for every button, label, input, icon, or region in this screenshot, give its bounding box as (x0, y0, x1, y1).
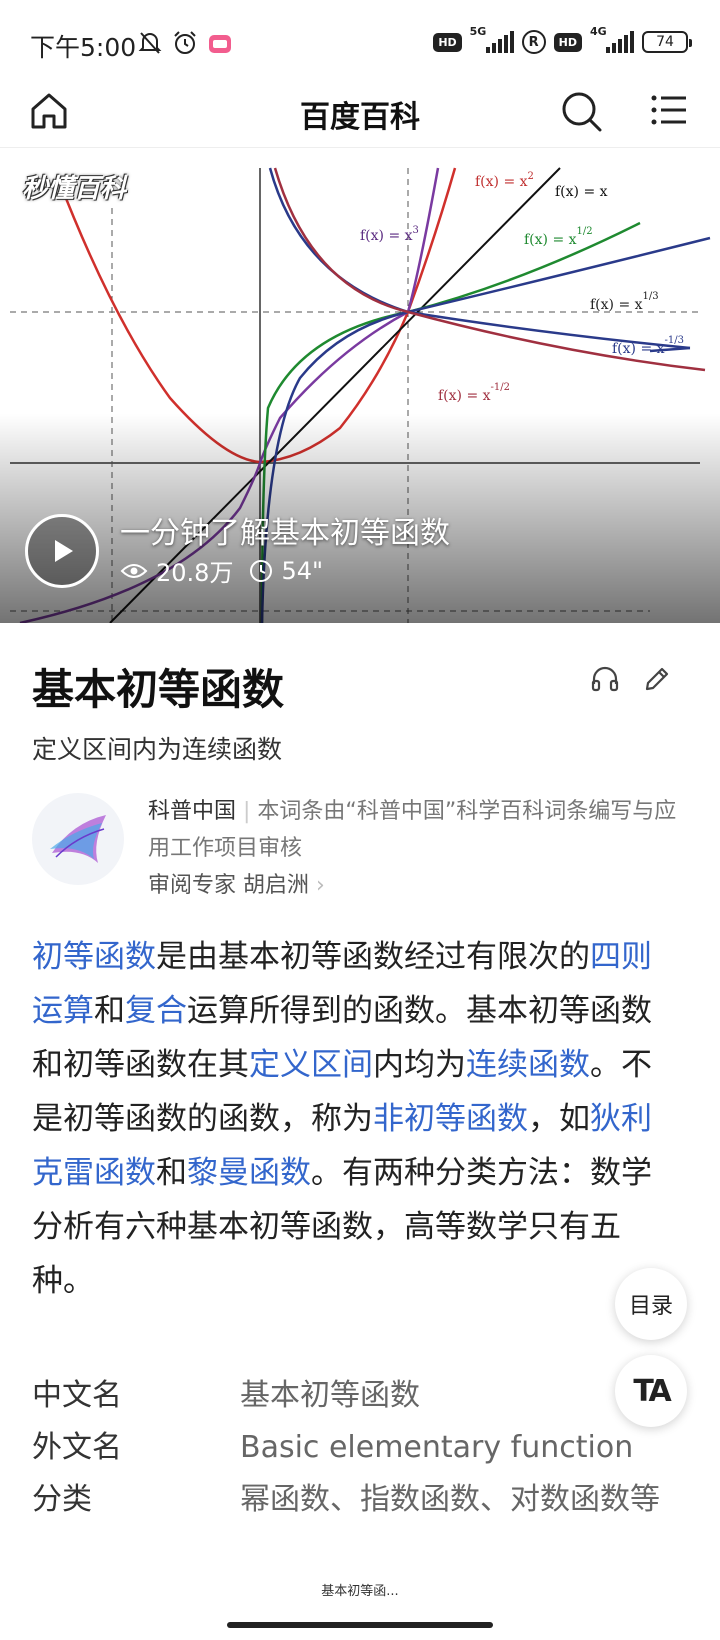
video-meta: 20.8万 54" (120, 553, 323, 588)
app-header: 百度百科 (0, 78, 720, 148)
kepu-logo (32, 793, 124, 885)
info-value: 幂函数、指数函数、对数函数等 (240, 1482, 660, 1517)
roaming-icon: R (521, 30, 546, 54)
status-notification-icons (138, 30, 232, 56)
article-text: 和 (94, 993, 125, 1029)
hd-icon-2: HD (553, 32, 582, 52)
video-logo: 秒懂百科 (22, 174, 127, 204)
font-size-button[interactable]: TA (615, 1355, 687, 1427)
info-box: 中文名 基本初等函数外文名 Basic elementary function 分类 幂… (32, 1370, 672, 1526)
info-row: 外文名 Basic elementary function (32, 1422, 672, 1474)
alarm-icon (174, 31, 196, 54)
status-time: 下午5:00 (30, 33, 137, 62)
video-player[interactable]: f(x) = x2 f(x) = x f(x) = x3 f(x) = x1/2… (0, 148, 720, 623)
menu-icon[interactable] (650, 90, 690, 134)
info-row: 分类 幂函数、指数函数、对数函数等 (32, 1474, 672, 1526)
article-subtitle: 定义区间内为连续函数 (32, 735, 283, 764)
battery-icon: 74 (642, 31, 692, 53)
source-org[interactable]: 科普中国 (148, 799, 236, 824)
eye-icon (120, 563, 148, 578)
bottom-page-label: 基本初等函... (321, 1584, 399, 1599)
signal-4g-icon: 4G (590, 25, 634, 53)
play-icon (55, 540, 73, 562)
video-title: 一分钟了解基本初等函数 (120, 516, 450, 551)
signal-5g-icon: 5G (470, 25, 514, 53)
article-link[interactable]: 连续函数 (466, 1047, 590, 1083)
info-row: 中文名 基本初等函数 (32, 1370, 672, 1422)
clock-icon (250, 559, 273, 582)
reviewer-label: 审阅专家 (148, 873, 237, 898)
play-button[interactable] (25, 514, 99, 588)
article-link[interactable]: 黎曼函数 (187, 1155, 311, 1191)
article-link[interactable]: 非初等函数 (373, 1101, 528, 1137)
page-title: 百度百科 (300, 100, 420, 135)
status-bar: 下午5:00 HD 5G R HD 4G 74 (0, 0, 720, 88)
chevron-right-icon: › (316, 873, 325, 898)
source-text: 科普中国 | 本词条由“科普中国”科学百科词条编写与应用工作项目审核 审阅专家 … (148, 799, 677, 898)
article-link[interactable]: 初等函数 (32, 939, 156, 975)
video-views: 20.8万 (156, 559, 234, 587)
label-x2: f(x) = x2 (475, 171, 534, 190)
article-text: 是由基本初等函数经过有限次的 (156, 939, 590, 975)
info-value: Basic elementary function (240, 1430, 634, 1465)
search-icon[interactable] (560, 90, 604, 138)
article-title: 基本初等函数 (32, 665, 285, 714)
article-actions (590, 664, 672, 698)
edit-icon[interactable] (642, 664, 672, 698)
info-value: 基本初等函数 (240, 1378, 420, 1413)
article-text: 内均为 (373, 1047, 466, 1083)
toc-button[interactable]: 目录 (615, 1268, 687, 1340)
hd-icon: HD (433, 32, 462, 52)
video-duration: 54" (281, 556, 324, 585)
article-link[interactable]: 复合 (125, 993, 187, 1029)
label-x1: f(x) = x (555, 184, 608, 200)
headphones-icon[interactable] (590, 664, 620, 698)
bilibili-icon (209, 35, 231, 53)
reviewer-name[interactable]: 胡启洲 (243, 873, 309, 898)
article-text: ，如 (528, 1101, 590, 1137)
info-key: 分类 (32, 1482, 92, 1517)
article-text: 和 (156, 1155, 187, 1191)
label-x3: f(x) = x3 (360, 225, 419, 244)
article-summary: 初等函数是由基本初等函数经过有限次的四则运算和复合运算所得到的函数。基本初等函数… (32, 930, 672, 1308)
article-link[interactable]: 定义区间 (249, 1047, 373, 1083)
mute-bell-icon (138, 32, 162, 54)
info-key: 中文名 (32, 1378, 122, 1413)
info-key: 外文名 (32, 1430, 122, 1465)
status-system-icons: HD 5G R HD 4G 74 (433, 25, 692, 54)
home-indicator[interactable] (227, 1622, 493, 1628)
